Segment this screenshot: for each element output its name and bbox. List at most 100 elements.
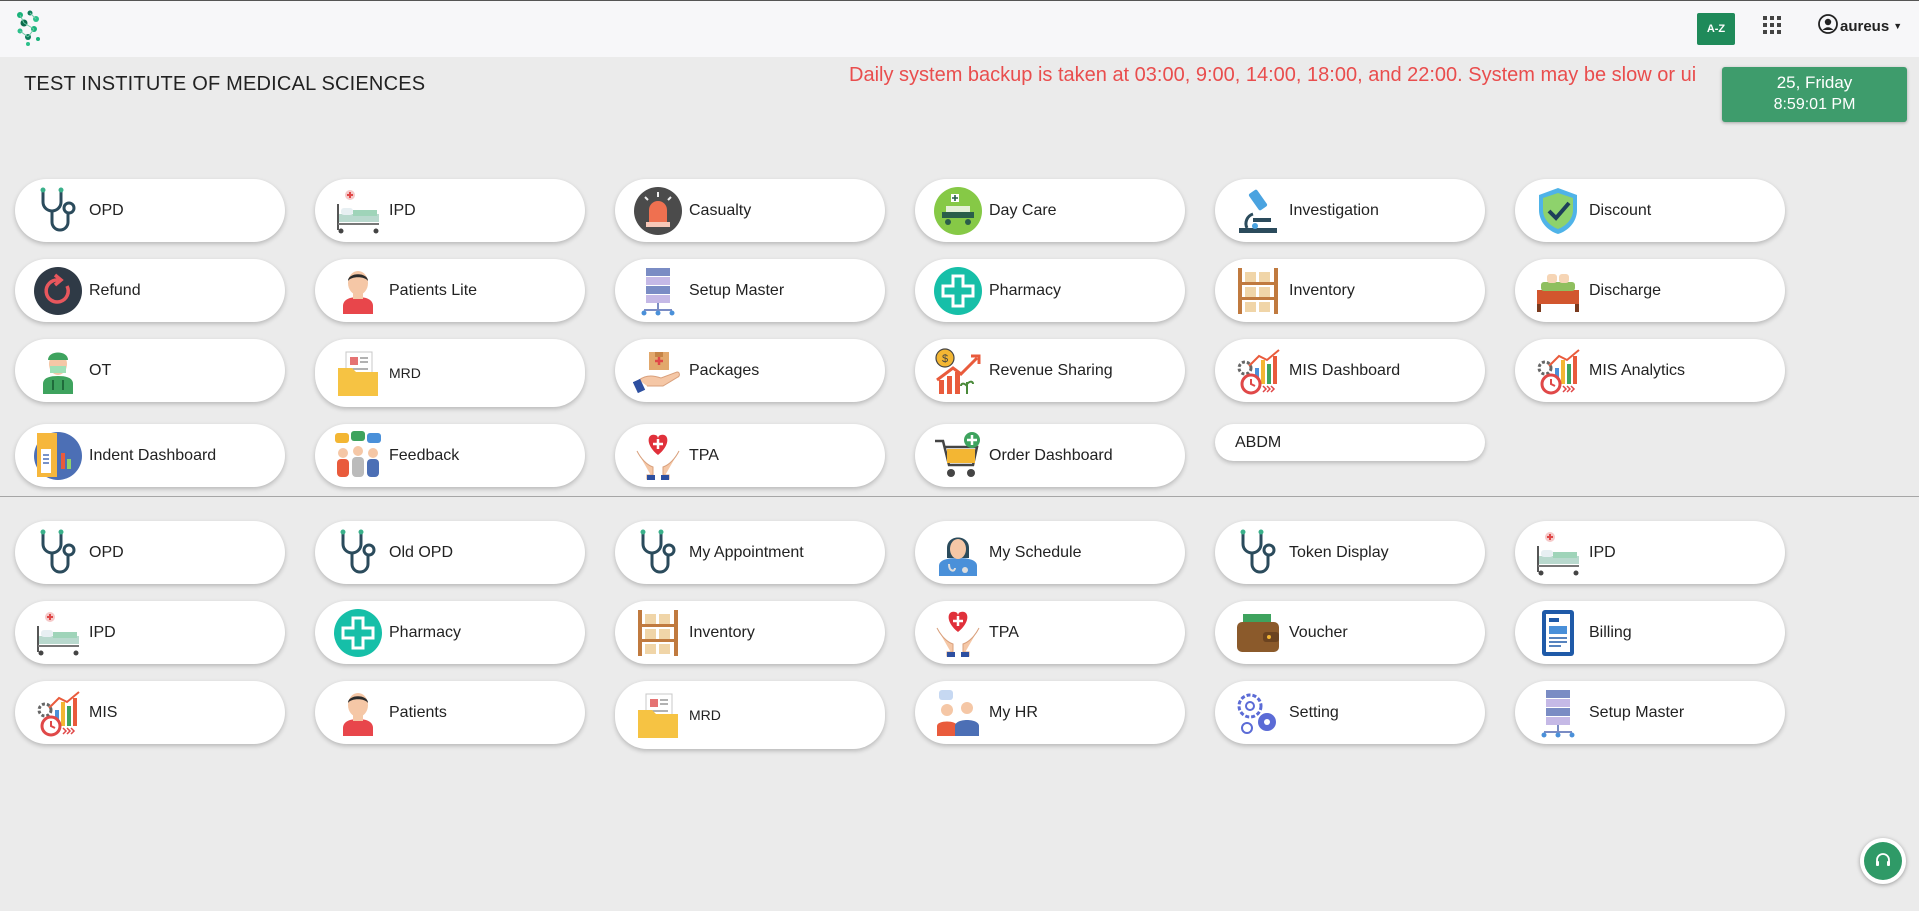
tile-label: Casualty [689,201,752,219]
stethoscope-icon [331,526,385,580]
az-sort-button[interactable]: A-Z [1697,13,1735,45]
tile-label: Pharmacy [389,623,462,641]
tile-label: Day Care [989,201,1057,219]
modules-tile-setup-master[interactable]: Setup Master [615,259,885,322]
tile-label: OPD [89,543,124,561]
apps-grid-icon[interactable] [1762,15,1782,35]
user-menu[interactable]: aureus ▼ [1818,14,1902,38]
quick_links-tile-setup-master[interactable]: Setup Master [1515,681,1785,744]
app-logo-icon[interactable] [14,9,46,47]
quick_links-tile-opd[interactable]: OPD [15,521,285,584]
modules-tile-mis-dashboard[interactable]: MIS Dashboard [1215,339,1485,402]
modules-tile-inventory[interactable]: Inventory [1215,259,1485,322]
time-label: 8:59:01 PM [1773,96,1856,113]
tile-label: Setting [1289,703,1339,721]
modules-tile-pharmacy[interactable]: Pharmacy [915,259,1185,322]
heart-hands-icon [931,606,985,660]
shield-check-icon [1531,184,1585,238]
support-button[interactable] [1860,838,1906,884]
quick_links-tile-inventory[interactable]: Inventory [615,601,885,664]
tile-label: Patients [389,703,447,721]
tile-label: IPD [389,201,416,219]
modules-tile-ipd[interactable]: IPD [315,179,585,242]
medical-cross-icon [331,606,385,660]
quick_links-tile-my-appointment[interactable]: My Appointment [615,521,885,584]
tile-label: MIS Analytics [1589,361,1686,379]
tile-label: Setup Master [1589,703,1685,721]
quick_links-tile-mis[interactable]: MIS [15,681,285,744]
folder-icon [331,346,385,400]
analytics-icon [31,686,85,740]
medical-cross-icon [931,264,985,318]
modules-tile-revenue-sharing[interactable]: $ Revenue Sharing [915,339,1185,402]
indent-icon [31,429,85,483]
institute-name: TEST INSTITUTE OF MEDICAL SCIENCES [24,73,426,95]
quick_links-tile-mrd[interactable]: MRD [615,681,885,749]
hospital-bed-icon [1531,526,1585,580]
modules-tile-casualty[interactable]: Casualty [615,179,885,242]
quick_links-tile-token-display[interactable]: Token Display [1215,521,1485,584]
analytics-icon [1231,344,1285,398]
tile-label: Inventory [689,623,755,641]
tile-label: My Appointment [689,543,804,561]
modules-tile-indent-dashboard[interactable]: Indent Dashboard [15,424,285,487]
folder-icon [631,688,685,742]
tile-label: Patients Lite [389,281,478,299]
quick_links-tile-setting[interactable]: Setting [1215,681,1485,744]
stethoscope-icon [631,526,685,580]
modules-tile-tpa[interactable]: TPA [615,424,885,487]
tile-label: My HR [989,703,1038,721]
quick_links-tile-ipd[interactable]: IPD [15,601,285,664]
quick_links-tile-ipd[interactable]: IPD [1515,521,1785,584]
patient-icon [331,686,385,740]
date-label: 25, Friday [1776,73,1853,92]
siren-icon [631,184,685,238]
quick_links-tile-billing[interactable]: Billing [1515,601,1785,664]
tile-label: IPD [1589,543,1616,561]
day-care-bed-icon [931,184,985,238]
stethoscope-icon [1231,526,1285,580]
top-bar: A-Z aureus ▼ [0,0,1919,57]
quick_links-tile-patients[interactable]: Patients [315,681,585,744]
modules-tile-mrd[interactable]: MRD [315,339,585,407]
refund-icon [31,264,85,318]
quick_links-tile-my-schedule[interactable]: My Schedule [915,521,1185,584]
stethoscope-icon [31,184,85,238]
svg-text:$: $ [942,353,948,365]
tile-label: IPD [89,623,116,641]
discharge-bed-icon [1531,264,1585,318]
server-icon [1531,686,1585,740]
quick_links-tile-my-hr[interactable]: My HR [915,681,1185,744]
shelf-icon [631,606,685,660]
tile-label: My Schedule [989,543,1082,561]
microscope-icon [1231,184,1285,238]
hr-people-icon [931,686,985,740]
tile-label: Discharge [1589,281,1662,299]
invoice-icon [1531,606,1585,660]
tile-label: Indent Dashboard [89,446,217,464]
modules-tile-refund[interactable]: Refund [15,259,285,322]
quick_links-tile-old-opd[interactable]: Old OPD [315,521,585,584]
modules-tile-day-care[interactable]: Day Care [915,179,1185,242]
modules-tile-abdm[interactable]: ABDM [1215,424,1485,461]
user-avatar-icon [1818,14,1838,38]
cart-icon [931,429,985,483]
quick_links-tile-tpa[interactable]: TPA [915,601,1185,664]
modules-tile-packages[interactable]: Packages [615,339,885,402]
quick_links-tile-voucher[interactable]: Voucher [1215,601,1485,664]
modules-tile-mis-analytics[interactable]: MIS Analytics [1515,339,1785,402]
quick_links-tile-pharmacy[interactable]: Pharmacy [315,601,585,664]
surgeon-icon [31,344,85,398]
modules-tile-opd[interactable]: OPD [15,179,285,242]
tile-label: OPD [89,201,124,219]
modules-tile-ot[interactable]: OT [15,339,285,402]
tile-label: TPA [689,446,719,464]
modules-tile-discharge[interactable]: Discharge [1515,259,1785,322]
modules-tile-feedback[interactable]: Feedback [315,424,585,487]
modules-tile-investigation[interactable]: Investigation [1215,179,1485,242]
modules-tile-order-dashboard[interactable]: Order Dashboard [915,424,1185,487]
modules-tile-patients-lite[interactable]: Patients Lite [315,259,585,322]
shelf-icon [1231,264,1285,318]
modules-tile-discount[interactable]: Discount [1515,179,1785,242]
patient-icon [331,264,385,318]
